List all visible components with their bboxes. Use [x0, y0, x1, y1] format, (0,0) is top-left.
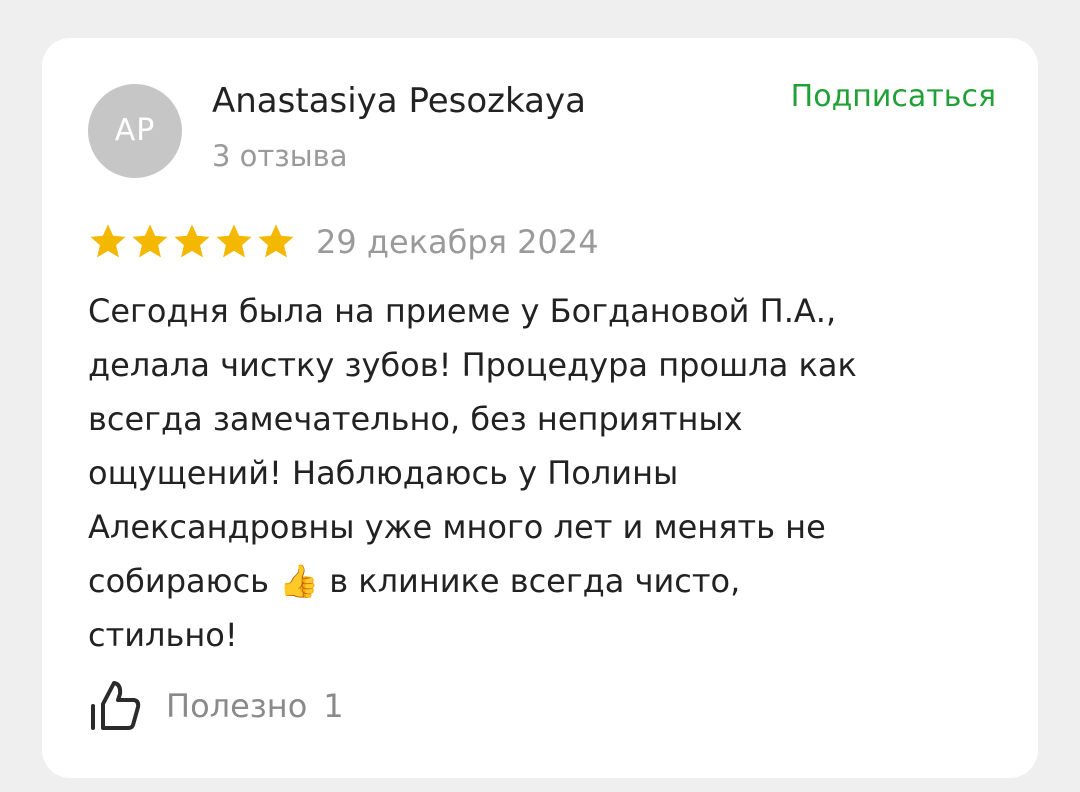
star-icon: [258, 224, 294, 258]
review-text: Сегодня была на приеме у Богдановой П.А.…: [88, 292, 857, 654]
star-icon: [132, 224, 168, 258]
review-date: 29 декабря 2024: [316, 223, 599, 261]
star-icon: [90, 224, 126, 258]
star-icon: [216, 224, 252, 258]
helpful-count: 1: [323, 687, 344, 725]
rating-row: 29 декабря 2024: [88, 220, 599, 264]
rating-stars: [88, 223, 298, 261]
author-name[interactable]: Anastasiya Pesozkaya: [212, 78, 586, 124]
helpful-label: Полезно: [166, 687, 308, 725]
subscribe-button[interactable]: Подписаться: [791, 76, 996, 118]
avatar[interactable]: AP: [88, 84, 182, 178]
author-review-count: 3 отзыва: [212, 139, 348, 173]
thumbs-up-icon: [91, 681, 141, 730]
review-card: AP Anastasiya Pesozkaya 3 отзыва Подписа…: [42, 38, 1038, 778]
star-icon: [174, 224, 210, 258]
helpful-button[interactable]: Полезно 1: [88, 676, 344, 736]
